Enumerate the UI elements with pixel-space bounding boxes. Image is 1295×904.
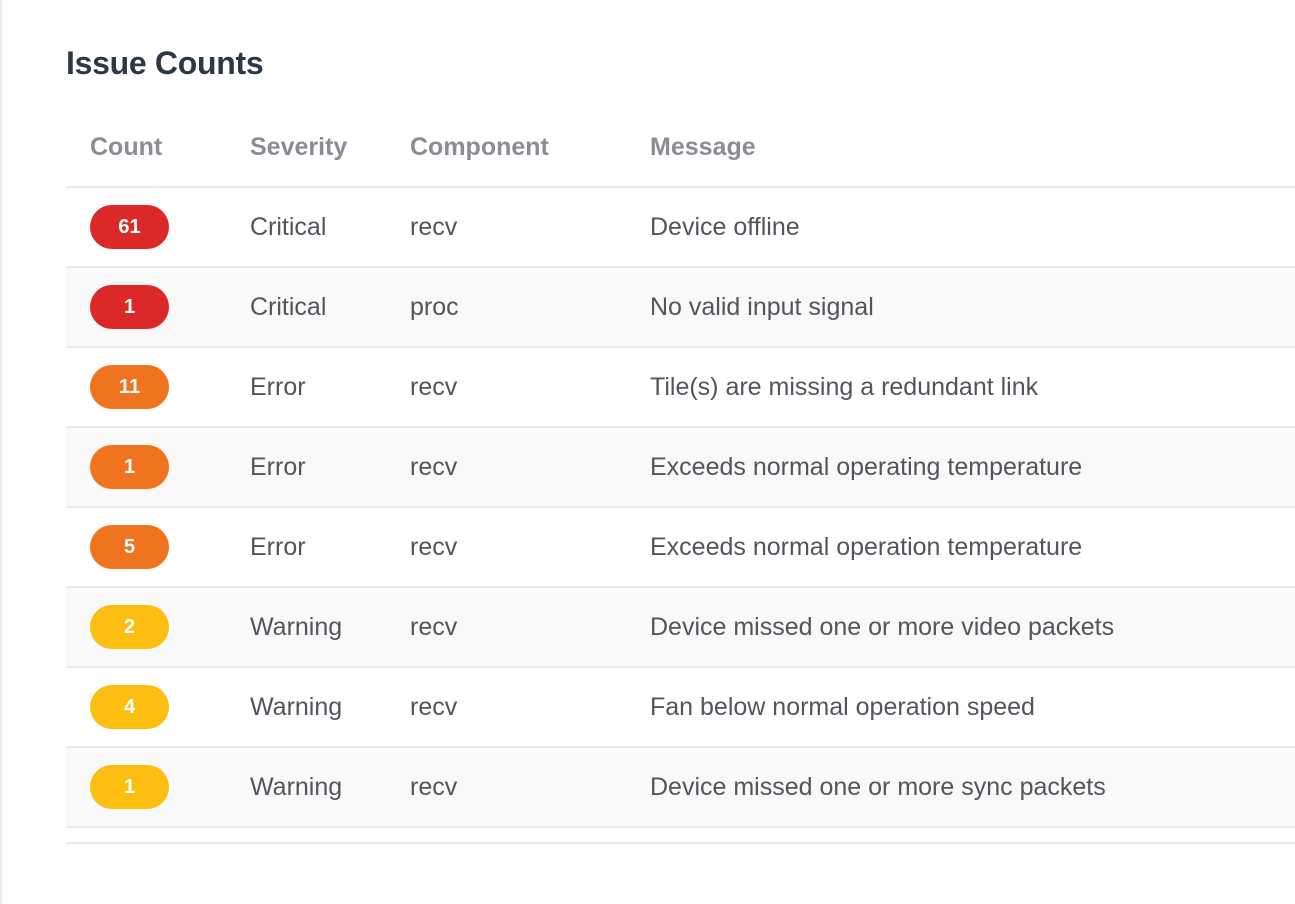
count-badge: 1 (90, 445, 169, 489)
message-cell: Exceeds normal operating temperature (626, 427, 1295, 508)
table-row[interactable]: 5 Error recv Exceeds normal operation te… (66, 507, 1295, 588)
severity-cell: Error (226, 507, 386, 588)
message-cell: Device offline (626, 187, 1295, 268)
component-cell: recv (386, 667, 626, 748)
message-cell: Exceeds normal operation temperature (626, 507, 1295, 588)
component-cell: recv (386, 347, 626, 428)
component-cell: recv (386, 427, 626, 508)
table-header-row: Count Severity Component Message (66, 106, 1295, 188)
count-cell: 61 (66, 187, 226, 268)
table-row[interactable]: 1 Critical proc No valid input signal (66, 267, 1295, 348)
table-row[interactable]: 2 Warning recv Device missed one or more… (66, 587, 1295, 668)
message-cell: Fan below normal operation speed (626, 667, 1295, 748)
component-cell: recv (386, 747, 626, 828)
count-badge: 1 (90, 765, 169, 809)
count-badge: 1 (90, 285, 169, 329)
count-badge: 5 (90, 525, 169, 569)
table-row[interactable]: 11 Error recv Tile(s) are missing a redu… (66, 347, 1295, 428)
issue-counts-table: Count Severity Component Message 61 Crit… (66, 106, 1295, 828)
panel-title: Issue Counts (66, 45, 264, 81)
severity-cell: Error (226, 427, 386, 508)
count-badge: 2 (90, 605, 169, 649)
count-cell: 11 (66, 347, 226, 428)
severity-cell: Critical (226, 187, 386, 268)
count-badge: 61 (90, 205, 169, 249)
message-cell: No valid input signal (626, 267, 1295, 348)
left-panel-border (0, 0, 2, 904)
column-header-severity[interactable]: Severity (226, 106, 386, 188)
column-header-message[interactable]: Message (626, 106, 1295, 188)
table-row[interactable]: 4 Warning recv Fan below normal operatio… (66, 667, 1295, 748)
count-cell: 1 (66, 267, 226, 348)
severity-cell: Critical (226, 267, 386, 348)
component-cell: recv (386, 507, 626, 588)
count-cell: 1 (66, 747, 226, 828)
table-row[interactable]: 1 Error recv Exceeds normal operating te… (66, 427, 1295, 508)
severity-cell: Error (226, 347, 386, 428)
severity-cell: Warning (226, 587, 386, 668)
component-cell: recv (386, 187, 626, 268)
table-row[interactable]: 1 Warning recv Device missed one or more… (66, 747, 1295, 828)
component-cell: recv (386, 587, 626, 668)
count-cell: 1 (66, 427, 226, 508)
message-cell: Device missed one or more sync packets (626, 747, 1295, 828)
message-cell: Device missed one or more video packets (626, 587, 1295, 668)
count-cell: 5 (66, 507, 226, 588)
issue-counts-panel: Issue Counts Count Severity Component Me… (66, 0, 1295, 904)
column-header-count[interactable]: Count (66, 106, 226, 188)
table-footer-divider (66, 842, 1295, 844)
count-cell: 2 (66, 587, 226, 668)
table-row[interactable]: 61 Critical recv Device offline (66, 187, 1295, 268)
severity-cell: Warning (226, 667, 386, 748)
count-badge: 11 (90, 365, 169, 409)
severity-cell: Warning (226, 747, 386, 828)
component-cell: proc (386, 267, 626, 348)
message-cell: Tile(s) are missing a redundant link (626, 347, 1295, 428)
column-header-component[interactable]: Component (386, 106, 626, 188)
count-cell: 4 (66, 667, 226, 748)
count-badge: 4 (90, 685, 169, 729)
